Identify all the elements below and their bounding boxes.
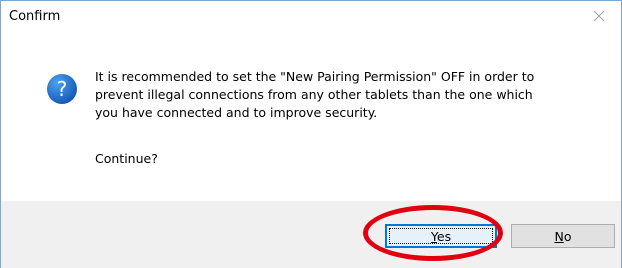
confirm-message: It is recommended to set the "New Pairin… bbox=[95, 69, 535, 120]
title-bar: Confirm bbox=[1, 1, 621, 31]
no-button-label: No bbox=[554, 228, 572, 244]
dialog-title: Confirm bbox=[9, 9, 61, 24]
no-button[interactable]: No bbox=[511, 224, 615, 248]
yes-button[interactable]: Yes bbox=[385, 224, 497, 248]
close-button[interactable] bbox=[577, 1, 621, 31]
focus-rectangle bbox=[389, 228, 493, 244]
continue-prompt: Continue? bbox=[95, 151, 158, 166]
question-icon: ? bbox=[47, 74, 77, 104]
button-bar: Yes No bbox=[1, 201, 621, 268]
close-icon bbox=[593, 10, 605, 22]
confirm-dialog: Confirm ? It is recommended to set the "… bbox=[0, 0, 622, 268]
dialog-content: ? It is recommended to set the "New Pair… bbox=[1, 31, 621, 201]
svg-text:?: ? bbox=[57, 77, 68, 101]
